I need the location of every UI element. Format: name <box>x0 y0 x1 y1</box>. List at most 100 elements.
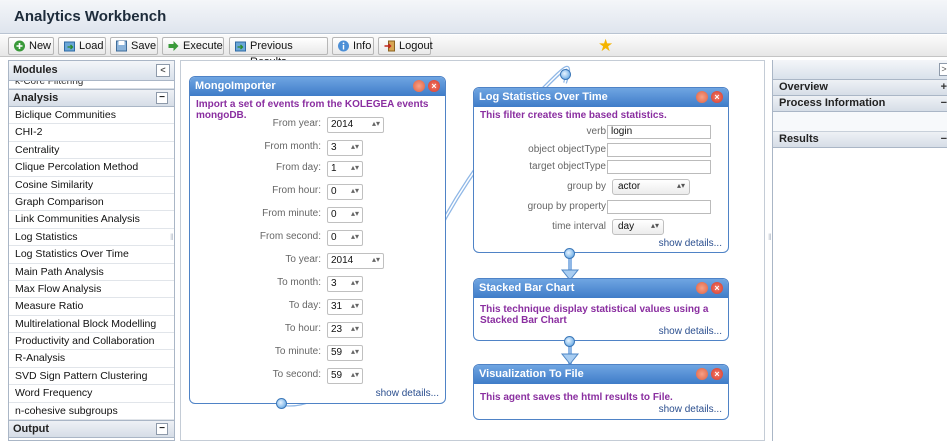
close-icon[interactable]: × <box>711 91 723 103</box>
list-item[interactable]: Main Path Analysis <box>9 264 174 281</box>
number-stepper[interactable]: 0 ▴▾ <box>327 207 363 223</box>
visualization-to-file-node[interactable]: Visualization To File × This agent saves… <box>473 364 729 420</box>
process-information-body <box>773 112 947 132</box>
log-statistics-node[interactable]: Log Statistics Over Time × This filter c… <box>473 87 729 253</box>
list-item[interactable]: Log Statistics <box>9 229 174 247</box>
list-item[interactable]: Log Statistics Over Time <box>9 246 174 264</box>
favorite-star-icon[interactable]: ★ <box>598 36 613 56</box>
close-icon[interactable]: × <box>428 80 440 92</box>
node-header[interactable]: MongoImporter × <box>190 77 445 96</box>
stepper-arrows-icon[interactable]: ▴▾ <box>372 255 380 264</box>
settings-icon[interactable] <box>696 91 708 103</box>
analysis-section-title: Analysis <box>13 92 59 104</box>
group-by-property-input[interactable] <box>607 200 711 214</box>
mongo-importer-node[interactable]: MongoImporter × Import a set of events f… <box>189 76 446 404</box>
list-item[interactable]: n-cohesive subgroups <box>9 403 174 421</box>
list-item[interactable]: Max Flow Analysis <box>9 281 174 299</box>
list-item[interactable]: R-Analysis <box>9 350 174 368</box>
close-icon[interactable]: × <box>711 282 723 294</box>
stepper-arrows-icon[interactable]: ▴▾ <box>351 301 359 310</box>
load-button[interactable]: Load <box>58 37 106 55</box>
number-stepper[interactable]: 2014 ▴▾ <box>327 253 384 269</box>
list-item[interactable]: Measure Ratio <box>9 298 174 316</box>
number-stepper[interactable]: 0 ▴▾ <box>327 230 363 246</box>
list-item[interactable]: Link Communities Analysis <box>9 211 174 229</box>
analysis-section-header[interactable]: Analysis − <box>9 89 174 107</box>
show-details-link[interactable]: show details... <box>376 388 439 399</box>
stepper-arrows-icon[interactable]: ▴▾ <box>351 163 359 172</box>
overview-section-header[interactable]: Overview + <box>773 80 947 96</box>
stepper-arrows-icon[interactable]: ▴▾ <box>351 209 359 218</box>
list-item[interactable]: Centrality <box>9 142 174 160</box>
stepper-arrows-icon[interactable]: ▴▾ <box>372 119 380 128</box>
expand-icon[interactable]: + <box>941 81 947 93</box>
list-item[interactable]: Graph Comparison <box>9 194 174 212</box>
previous-results-button[interactable]: Previous Results <box>229 37 328 68</box>
stepper-arrows-icon[interactable]: ▴▾ <box>351 186 359 195</box>
field-row: To day: 31 ▴▾ <box>190 299 447 315</box>
results-section-header[interactable]: Results − <box>773 132 947 148</box>
collapse-icon[interactable]: − <box>941 133 947 145</box>
process-information-section-header[interactable]: Process Information − <box>773 96 947 112</box>
settings-icon[interactable] <box>696 282 708 294</box>
number-stepper[interactable]: 59 ▴▾ <box>327 368 363 384</box>
number-stepper[interactable]: 2014 ▴▾ <box>327 117 384 133</box>
object-type-input[interactable] <box>607 143 711 157</box>
show-details-link[interactable]: show details... <box>659 326 722 337</box>
mongo-output-connector[interactable] <box>276 398 287 409</box>
collapse-left-icon[interactable]: < <box>156 64 170 77</box>
stacked-bar-chart-node[interactable]: Stacked Bar Chart × This technique displ… <box>473 278 729 341</box>
log-stats-input-connector[interactable] <box>560 69 571 80</box>
save-button[interactable]: Save <box>110 37 158 55</box>
stepper-arrows-icon[interactable]: ▴▾ <box>351 347 359 356</box>
settings-icon[interactable] <box>696 368 708 380</box>
show-details-link[interactable]: show details... <box>659 404 722 415</box>
list-item[interactable]: Cosine Similarity <box>9 177 174 194</box>
info-button[interactable]: Info <box>332 37 374 55</box>
stepper-value: 3 <box>331 278 337 289</box>
stepper-arrows-icon[interactable]: ▴▾ <box>351 278 359 287</box>
collapse-section-icon[interactable]: − <box>156 92 168 104</box>
verb-input[interactable]: login <box>607 125 711 139</box>
list-item[interactable]: Productivity and Collaboration <box>9 333 174 351</box>
list-item[interactable]: Word Frequency <box>9 385 174 403</box>
show-details-link[interactable]: show details... <box>659 238 722 249</box>
output-section-header[interactable]: Output − <box>9 420 174 439</box>
group-by-select[interactable]: actor ▴▾ <box>612 179 690 195</box>
field-label: To second: <box>272 369 321 380</box>
number-stepper[interactable]: 0 ▴▾ <box>327 184 363 200</box>
target-type-input[interactable] <box>607 160 711 174</box>
collapse-icon[interactable]: − <box>941 97 947 109</box>
node-header[interactable]: Visualization To File × <box>474 365 728 384</box>
collapse-section-icon[interactable]: − <box>156 423 168 436</box>
list-item[interactable]: Biclique Communities <box>9 107 174 125</box>
number-stepper[interactable]: 3 ▴▾ <box>327 140 363 156</box>
bar-chart-output-connector[interactable] <box>564 336 575 347</box>
number-stepper[interactable]: 1 ▴▾ <box>327 161 363 177</box>
list-item[interactable]: Multirelational Block Modelling <box>9 316 174 334</box>
log-stats-output-connector[interactable] <box>564 248 575 259</box>
list-item[interactable]: Clique Percolation Method <box>9 159 174 177</box>
number-stepper[interactable]: 59 ▴▾ <box>327 345 363 361</box>
left-resize-handle[interactable]: ‖ <box>170 232 174 242</box>
stepper-arrows-icon[interactable]: ▴▾ <box>351 142 359 151</box>
number-stepper[interactable]: 23 ▴▾ <box>327 322 363 338</box>
node-header[interactable]: Stacked Bar Chart × <box>474 279 728 298</box>
new-button[interactable]: New <box>8 37 54 55</box>
settings-icon[interactable] <box>413 80 425 92</box>
number-stepper[interactable]: 3 ▴▾ <box>327 276 363 292</box>
stepper-arrows-icon[interactable]: ▴▾ <box>351 232 359 241</box>
node-header[interactable]: Log Statistics Over Time × <box>474 88 728 107</box>
stepper-arrows-icon[interactable]: ▴▾ <box>351 370 359 379</box>
workflow-canvas[interactable]: MongoImporter × Import a set of events f… <box>180 60 765 441</box>
stepper-arrows-icon[interactable]: ▴▾ <box>351 324 359 333</box>
collapse-right-icon[interactable]: > <box>939 63 947 76</box>
list-item[interactable]: CHI-2 <box>9 124 174 142</box>
logout-button[interactable]: Logout <box>378 37 433 55</box>
list-item[interactable]: k-Core Filtering <box>9 81 174 89</box>
number-stepper[interactable]: 31 ▴▾ <box>327 299 363 315</box>
time-interval-select[interactable]: day ▴▾ <box>612 219 664 235</box>
execute-button[interactable]: Execute <box>162 37 224 55</box>
close-icon[interactable]: × <box>711 368 723 380</box>
list-item[interactable]: SVD Sign Pattern Clustering <box>9 368 174 386</box>
